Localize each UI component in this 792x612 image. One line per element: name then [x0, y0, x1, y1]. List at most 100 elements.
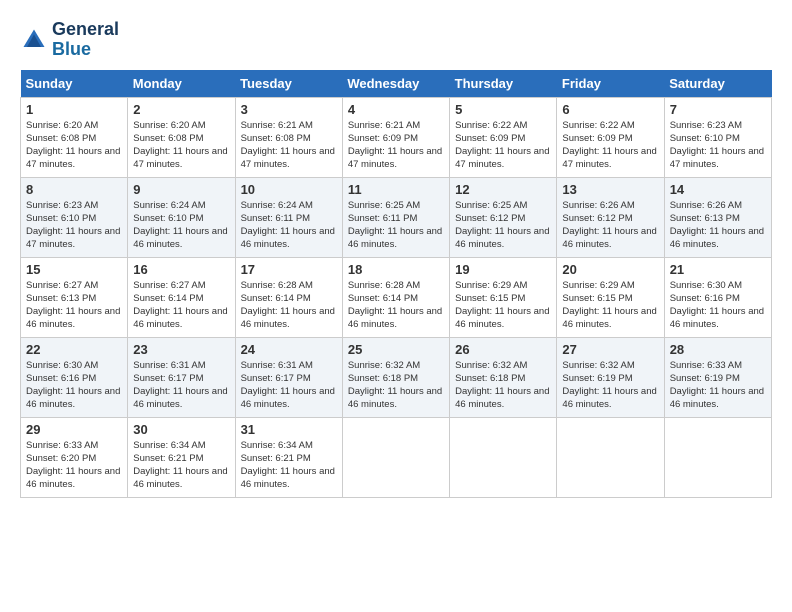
calendar-day-14: 14 Sunrise: 6:26 AMSunset: 6:13 PMDaylig… [664, 177, 771, 257]
calendar-day-empty [450, 417, 557, 497]
calendar-day-27: 27 Sunrise: 6:32 AMSunset: 6:19 PMDaylig… [557, 337, 664, 417]
day-info: Sunrise: 6:34 AMSunset: 6:21 PMDaylight:… [133, 439, 229, 492]
col-header-monday: Monday [128, 70, 235, 98]
day-number: 4 [348, 102, 444, 117]
day-number: 24 [241, 342, 337, 357]
day-number: 16 [133, 262, 229, 277]
day-number: 17 [241, 262, 337, 277]
day-number: 5 [455, 102, 551, 117]
page-header: General Blue [20, 20, 772, 60]
day-number: 22 [26, 342, 122, 357]
calendar-day-2: 2 Sunrise: 6:20 AMSunset: 6:08 PMDayligh… [128, 97, 235, 177]
day-info: Sunrise: 6:21 AMSunset: 6:08 PMDaylight:… [241, 119, 337, 172]
calendar-day-13: 13 Sunrise: 6:26 AMSunset: 6:12 PMDaylig… [557, 177, 664, 257]
day-number: 10 [241, 182, 337, 197]
calendar-day-5: 5 Sunrise: 6:22 AMSunset: 6:09 PMDayligh… [450, 97, 557, 177]
calendar-day-21: 21 Sunrise: 6:30 AMSunset: 6:16 PMDaylig… [664, 257, 771, 337]
calendar-day-22: 22 Sunrise: 6:30 AMSunset: 6:16 PMDaylig… [21, 337, 128, 417]
day-info: Sunrise: 6:20 AMSunset: 6:08 PMDaylight:… [133, 119, 229, 172]
day-number: 21 [670, 262, 766, 277]
calendar-day-7: 7 Sunrise: 6:23 AMSunset: 6:10 PMDayligh… [664, 97, 771, 177]
day-number: 23 [133, 342, 229, 357]
day-number: 19 [455, 262, 551, 277]
day-number: 7 [670, 102, 766, 117]
day-number: 12 [455, 182, 551, 197]
day-info: Sunrise: 6:26 AMSunset: 6:13 PMDaylight:… [670, 199, 766, 252]
calendar-day-19: 19 Sunrise: 6:29 AMSunset: 6:15 PMDaylig… [450, 257, 557, 337]
day-info: Sunrise: 6:31 AMSunset: 6:17 PMDaylight:… [133, 359, 229, 412]
day-info: Sunrise: 6:24 AMSunset: 6:10 PMDaylight:… [133, 199, 229, 252]
day-info: Sunrise: 6:28 AMSunset: 6:14 PMDaylight:… [241, 279, 337, 332]
day-number: 15 [26, 262, 122, 277]
day-number: 26 [455, 342, 551, 357]
day-info: Sunrise: 6:23 AMSunset: 6:10 PMDaylight:… [26, 199, 122, 252]
calendar-day-8: 8 Sunrise: 6:23 AMSunset: 6:10 PMDayligh… [21, 177, 128, 257]
calendar-day-18: 18 Sunrise: 6:28 AMSunset: 6:14 PMDaylig… [342, 257, 449, 337]
calendar-day-9: 9 Sunrise: 6:24 AMSunset: 6:10 PMDayligh… [128, 177, 235, 257]
calendar-day-empty [557, 417, 664, 497]
day-number: 1 [26, 102, 122, 117]
calendar-day-10: 10 Sunrise: 6:24 AMSunset: 6:11 PMDaylig… [235, 177, 342, 257]
day-number: 3 [241, 102, 337, 117]
day-info: Sunrise: 6:27 AMSunset: 6:14 PMDaylight:… [133, 279, 229, 332]
logo: General Blue [20, 20, 119, 60]
day-info: Sunrise: 6:28 AMSunset: 6:14 PMDaylight:… [348, 279, 444, 332]
day-info: Sunrise: 6:32 AMSunset: 6:19 PMDaylight:… [562, 359, 658, 412]
day-number: 2 [133, 102, 229, 117]
calendar-day-31: 31 Sunrise: 6:34 AMSunset: 6:21 PMDaylig… [235, 417, 342, 497]
day-info: Sunrise: 6:24 AMSunset: 6:11 PMDaylight:… [241, 199, 337, 252]
day-info: Sunrise: 6:32 AMSunset: 6:18 PMDaylight:… [455, 359, 551, 412]
calendar-day-20: 20 Sunrise: 6:29 AMSunset: 6:15 PMDaylig… [557, 257, 664, 337]
day-info: Sunrise: 6:29 AMSunset: 6:15 PMDaylight:… [562, 279, 658, 332]
day-info: Sunrise: 6:23 AMSunset: 6:10 PMDaylight:… [670, 119, 766, 172]
day-info: Sunrise: 6:33 AMSunset: 6:19 PMDaylight:… [670, 359, 766, 412]
calendar-day-empty [664, 417, 771, 497]
col-header-sunday: Sunday [21, 70, 128, 98]
day-info: Sunrise: 6:22 AMSunset: 6:09 PMDaylight:… [562, 119, 658, 172]
calendar-day-16: 16 Sunrise: 6:27 AMSunset: 6:14 PMDaylig… [128, 257, 235, 337]
day-info: Sunrise: 6:30 AMSunset: 6:16 PMDaylight:… [26, 359, 122, 412]
day-number: 27 [562, 342, 658, 357]
calendar-day-empty [342, 417, 449, 497]
day-number: 11 [348, 182, 444, 197]
calendar-day-11: 11 Sunrise: 6:25 AMSunset: 6:11 PMDaylig… [342, 177, 449, 257]
day-number: 31 [241, 422, 337, 437]
day-info: Sunrise: 6:25 AMSunset: 6:11 PMDaylight:… [348, 199, 444, 252]
day-info: Sunrise: 6:31 AMSunset: 6:17 PMDaylight:… [241, 359, 337, 412]
logo-icon [20, 26, 48, 54]
col-header-saturday: Saturday [664, 70, 771, 98]
day-number: 6 [562, 102, 658, 117]
calendar-day-30: 30 Sunrise: 6:34 AMSunset: 6:21 PMDaylig… [128, 417, 235, 497]
day-info: Sunrise: 6:26 AMSunset: 6:12 PMDaylight:… [562, 199, 658, 252]
logo-text: General Blue [52, 20, 119, 60]
calendar-day-4: 4 Sunrise: 6:21 AMSunset: 6:09 PMDayligh… [342, 97, 449, 177]
day-info: Sunrise: 6:20 AMSunset: 6:08 PMDaylight:… [26, 119, 122, 172]
day-info: Sunrise: 6:22 AMSunset: 6:09 PMDaylight:… [455, 119, 551, 172]
col-header-thursday: Thursday [450, 70, 557, 98]
day-number: 30 [133, 422, 229, 437]
calendar-day-23: 23 Sunrise: 6:31 AMSunset: 6:17 PMDaylig… [128, 337, 235, 417]
day-number: 29 [26, 422, 122, 437]
day-info: Sunrise: 6:33 AMSunset: 6:20 PMDaylight:… [26, 439, 122, 492]
day-info: Sunrise: 6:27 AMSunset: 6:13 PMDaylight:… [26, 279, 122, 332]
calendar-day-17: 17 Sunrise: 6:28 AMSunset: 6:14 PMDaylig… [235, 257, 342, 337]
calendar-day-28: 28 Sunrise: 6:33 AMSunset: 6:19 PMDaylig… [664, 337, 771, 417]
col-header-tuesday: Tuesday [235, 70, 342, 98]
calendar-day-15: 15 Sunrise: 6:27 AMSunset: 6:13 PMDaylig… [21, 257, 128, 337]
day-info: Sunrise: 6:30 AMSunset: 6:16 PMDaylight:… [670, 279, 766, 332]
calendar-table: SundayMondayTuesdayWednesdayThursdayFrid… [20, 70, 772, 498]
col-header-wednesday: Wednesday [342, 70, 449, 98]
day-info: Sunrise: 6:21 AMSunset: 6:09 PMDaylight:… [348, 119, 444, 172]
day-number: 25 [348, 342, 444, 357]
calendar-day-29: 29 Sunrise: 6:33 AMSunset: 6:20 PMDaylig… [21, 417, 128, 497]
day-info: Sunrise: 6:25 AMSunset: 6:12 PMDaylight:… [455, 199, 551, 252]
day-number: 13 [562, 182, 658, 197]
calendar-day-3: 3 Sunrise: 6:21 AMSunset: 6:08 PMDayligh… [235, 97, 342, 177]
day-number: 8 [26, 182, 122, 197]
calendar-day-12: 12 Sunrise: 6:25 AMSunset: 6:12 PMDaylig… [450, 177, 557, 257]
day-number: 18 [348, 262, 444, 277]
day-info: Sunrise: 6:29 AMSunset: 6:15 PMDaylight:… [455, 279, 551, 332]
calendar-day-1: 1 Sunrise: 6:20 AMSunset: 6:08 PMDayligh… [21, 97, 128, 177]
day-number: 9 [133, 182, 229, 197]
day-number: 28 [670, 342, 766, 357]
